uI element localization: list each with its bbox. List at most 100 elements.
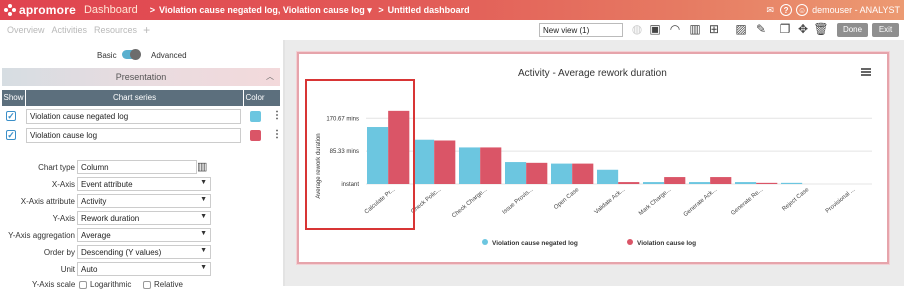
option-label: Logarithmic <box>90 280 132 289</box>
x-tick-label: Mark Charge... <box>638 187 673 217</box>
x-tick-label: Check Polic... <box>410 187 442 215</box>
series-name-field[interactable]: Violation cause negated log <box>26 109 241 124</box>
chevron-up-icon[interactable]: ︿ <box>266 68 274 86</box>
series-color-swatch[interactable] <box>250 130 261 141</box>
unit-select[interactable]: Auto ▼ <box>77 262 211 276</box>
bar <box>618 182 640 184</box>
bar <box>459 147 481 184</box>
logo-text: apromore <box>19 3 76 17</box>
y-axis-scale-row: Y-Axis scale Logarithmic Relative <box>0 280 283 290</box>
chart-widget-icon[interactable]: ▥ <box>688 22 702 36</box>
x-tick-label: Calculate Pr... <box>364 187 397 216</box>
bar <box>480 147 502 184</box>
checkbox[interactable] <box>79 280 87 289</box>
bar <box>664 177 686 184</box>
done-button[interactable]: Done <box>837 23 868 37</box>
hamburger-menu-icon[interactable] <box>861 68 871 77</box>
series-show-checkbox[interactable]: ✓ <box>6 130 16 140</box>
breadcrumb-dashboard[interactable]: Untitled dashboard <box>388 5 470 15</box>
order-by-select[interactable]: Descending (Y values) ▼ <box>77 245 211 259</box>
view-select[interactable]: New view (1) <box>539 23 623 37</box>
tab-activities[interactable]: Activities <box>52 25 88 35</box>
field-x-axis: X-Axis Event attribute ▼ <box>0 177 283 192</box>
bars <box>367 110 803 184</box>
checkbox[interactable] <box>143 280 151 289</box>
series-color-swatch[interactable] <box>250 111 261 122</box>
scale-relative-option[interactable]: Relative <box>143 280 183 289</box>
logo[interactable]: apromore <box>4 3 76 17</box>
field-label: Y-Axis aggregation <box>8 231 75 240</box>
x-axis-select[interactable]: Event attribute ▼ <box>77 177 211 191</box>
brush-icon[interactable]: ✎ <box>754 22 768 36</box>
breadcrumb-logs[interactable]: Violation cause negated log, Violation c… <box>159 5 365 15</box>
bar <box>413 139 435 184</box>
delete-icon[interactable]: 🗑 <box>813 22 828 36</box>
x-tick-label: Reject Case <box>781 187 810 213</box>
dashboard-menu: Overview Activities Resources + <box>0 20 904 40</box>
mode-toggle-row: Basic Advanced <box>0 48 283 62</box>
y-tick-label: 85.33 mins <box>330 149 359 155</box>
bar <box>710 177 732 184</box>
select-value: Auto <box>81 265 98 274</box>
x-tick-label: Check Charge... <box>451 187 488 220</box>
header-color: Color <box>244 90 266 106</box>
x-tick-label: Generate Ack... <box>683 187 719 218</box>
copy-icon[interactable]: ❐ <box>778 22 792 36</box>
move-icon[interactable]: ✥ <box>796 22 810 36</box>
field-label: X-Axis <box>51 180 75 189</box>
user-icon[interactable]: ☺ <box>796 4 809 16</box>
option-label: Relative <box>154 280 183 289</box>
series-name-field[interactable]: Violation cause log <box>26 128 241 143</box>
more-options-icon[interactable]: ⋮ <box>272 110 282 121</box>
kpi-widget-icon[interactable]: ▣ <box>648 22 662 36</box>
caret-down-icon: ▼ <box>200 264 207 271</box>
header-spacer <box>266 90 280 106</box>
more-options-icon[interactable]: ⋮ <box>272 129 282 140</box>
presentation-title: Presentation <box>115 72 167 82</box>
field-unit: Unit Auto ▼ <box>0 262 283 277</box>
scale-logarithmic-option[interactable]: Logarithmic <box>79 280 131 289</box>
tab-overview[interactable]: Overview <box>7 25 45 35</box>
y-axis-aggregation-select[interactable]: Average ▼ <box>77 228 211 242</box>
field-label: Unit <box>60 265 75 274</box>
caret-down-icon: ▼ <box>200 213 207 220</box>
mail-icon[interactable]: ✉ <box>764 4 776 16</box>
gauge-widget-icon[interactable]: ◠ <box>668 22 682 36</box>
table-widget-icon[interactable]: ⊞ <box>707 22 721 36</box>
x-tick-label: Provisional ... <box>825 187 857 215</box>
bar <box>551 163 573 184</box>
chevron-down-icon[interactable]: ▾ <box>367 5 372 15</box>
legend-marker <box>627 239 633 245</box>
x-tick-label: Open Case <box>553 187 581 212</box>
mode-toggle[interactable] <box>122 49 141 60</box>
bar <box>735 182 757 184</box>
image-widget-icon[interactable]: ▨ <box>734 22 748 36</box>
y-axis-select[interactable]: Rework duration ▼ <box>77 211 211 225</box>
add-tab-button[interactable]: + <box>143 23 150 37</box>
tab-resources[interactable]: Resources <box>94 25 137 35</box>
filter-icon[interactable]: ◍ <box>630 22 644 36</box>
chart-type-field[interactable]: Column <box>77 160 197 174</box>
legend: Violation cause negated log Violation cau… <box>482 239 696 247</box>
exit-button[interactable]: Exit <box>872 23 899 37</box>
user-name[interactable]: demouser - ANALYST <box>812 5 900 15</box>
caret-down-icon: ▼ <box>200 230 207 237</box>
select-value: Activity <box>81 197 107 206</box>
x-axis-attribute-select[interactable]: Activity ▼ <box>77 194 211 208</box>
bar <box>689 182 711 184</box>
field-y-axis: Y-Axis Rework duration ▼ <box>0 211 283 226</box>
chart-title: Activity - Average rework duration <box>518 68 667 79</box>
series-row: ✓ Violation cause log ⋮ <box>2 126 282 145</box>
presentation-section-header[interactable]: Presentation ︿ <box>2 68 280 86</box>
caret-down-icon: ▼ <box>200 179 207 186</box>
series-show-checkbox[interactable]: ✓ <box>6 111 16 121</box>
select-value: Average <box>81 231 111 240</box>
help-icon[interactable]: ? <box>780 4 793 16</box>
mode-advanced-label: Advanced <box>151 51 187 60</box>
legend-marker <box>482 239 488 245</box>
field-label: Chart type <box>38 163 75 172</box>
bar <box>643 182 665 184</box>
field-label: Y-Axis <box>52 214 75 223</box>
field-label: X-Axis attribute <box>20 197 75 206</box>
bar-chart-icon[interactable]: ▥ <box>197 160 207 173</box>
